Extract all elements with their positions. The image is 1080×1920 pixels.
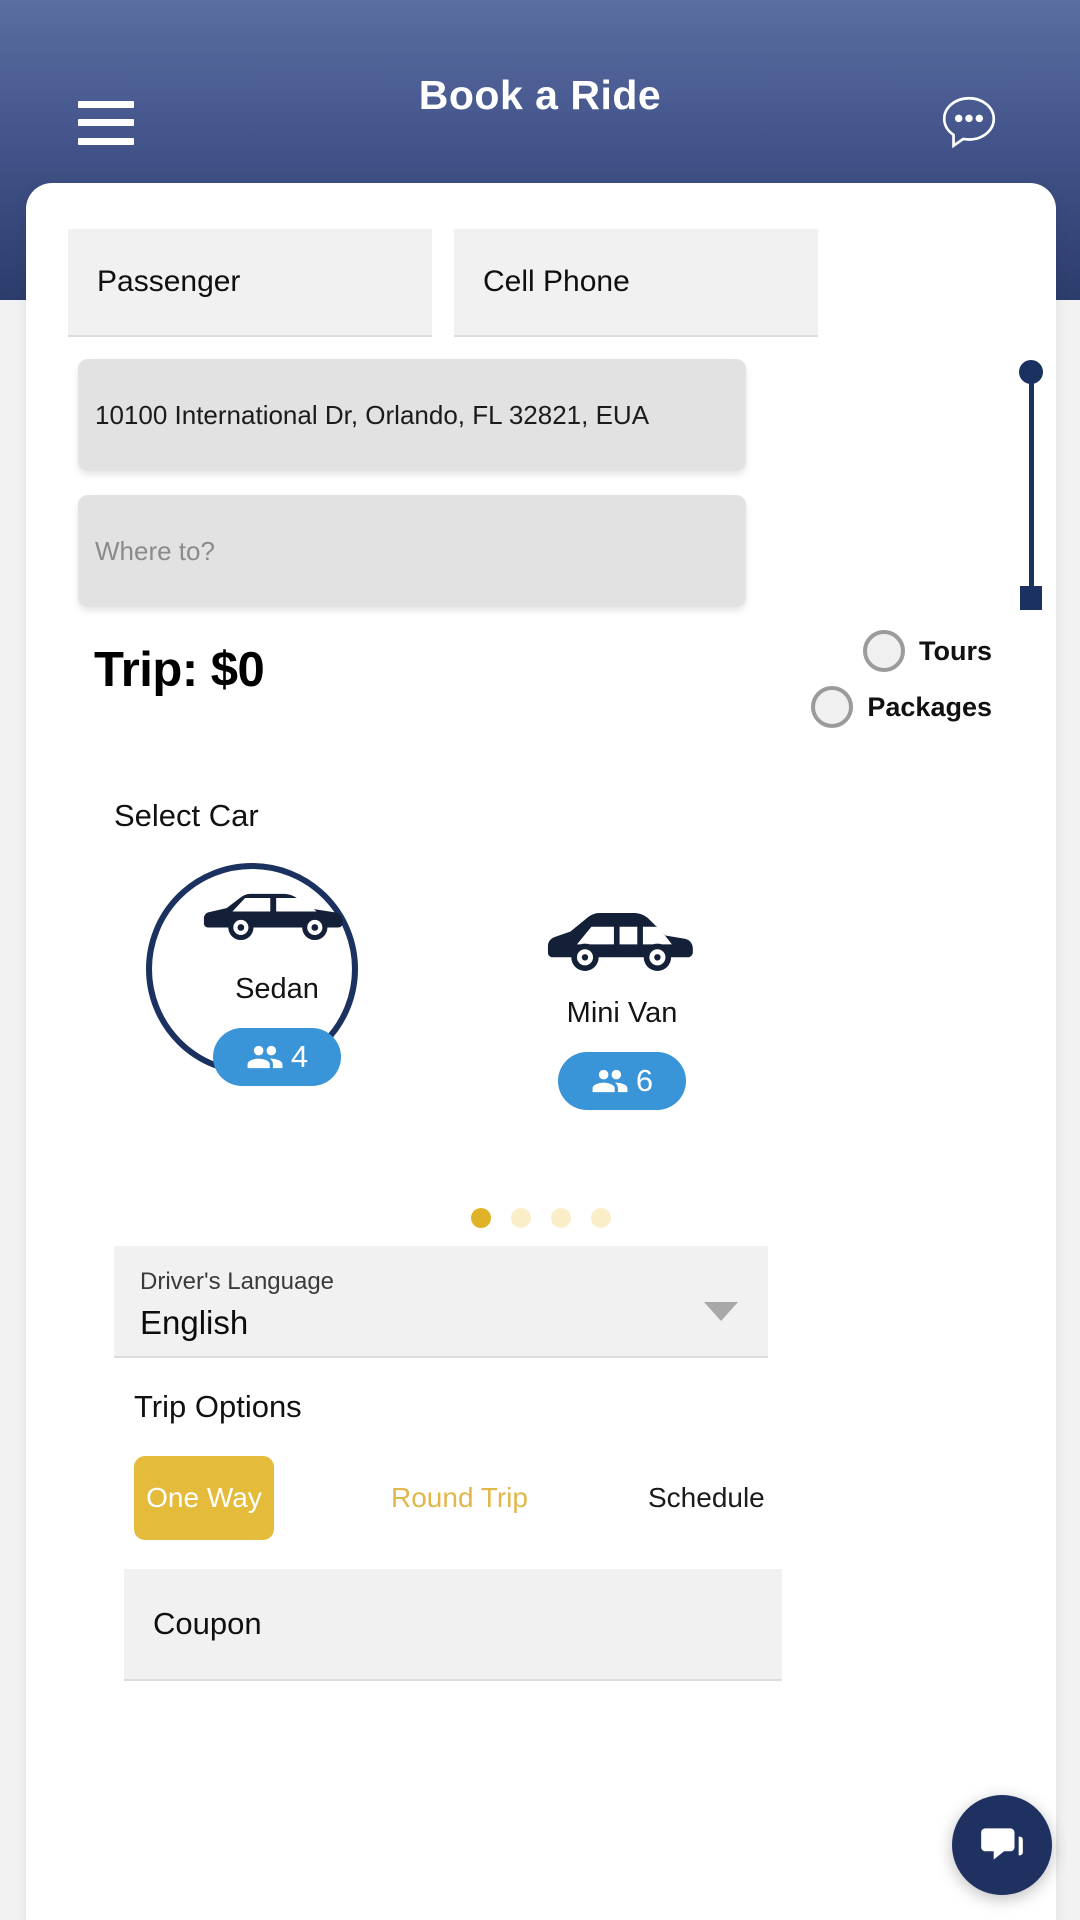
address-section: 10100 International Dr, Orlando, FL 3282… [78,359,1043,631]
book-a-ride-screen: Book a Ride Passenger Cell Phone 10100 I… [0,0,1080,1920]
radio-option-packages[interactable]: Packages [811,686,992,728]
trip-type-radio-group: Tours Packages [811,630,992,742]
trip-options-heading: Trip Options [134,1389,302,1424]
capacity-value-sedan: 4 [290,1039,309,1074]
route-destination-square-icon [1020,586,1042,610]
chat-fab-button[interactable] [952,1795,1052,1895]
car-capacity-badge-minivan: 6 [558,1052,686,1110]
pagination-dot-1[interactable] [471,1208,491,1228]
route-line [1029,378,1034,596]
pickup-address-input[interactable]: 10100 International Dr, Orlando, FL 3282… [78,359,746,471]
capacity-value-minivan: 6 [635,1063,654,1098]
car-capacity-badge-sedan: 4 [213,1028,341,1086]
people-icon [592,1069,628,1093]
radio-label-tours: Tours [919,635,992,666]
trip-price-label: Trip: $0 [94,643,265,697]
tab-schedule[interactable]: Schedule [648,1482,765,1514]
tab-one-way[interactable]: One Way [134,1456,274,1540]
pagination-dot-3[interactable] [551,1208,571,1228]
people-icon [247,1045,283,1069]
page-title: Book a Ride [418,72,662,118]
radio-circle-icon [811,686,854,728]
radio-circle-icon [863,630,905,672]
tab-round-trip[interactable]: Round Trip [391,1482,528,1514]
drivers-language-value: English [140,1304,249,1341]
car-name-minivan: Mini Van [566,997,678,1029]
select-car-heading: Select Car [114,798,259,833]
radio-option-tours[interactable]: Tours [811,630,992,672]
trip-price-row: Trip: $0 Tours Packages [26,630,1056,780]
car-option-sedan[interactable]: Sedan 4 [171,873,383,1086]
radio-label-packages: Packages [867,691,992,722]
contact-fields-row: Passenger Cell Phone [68,229,1018,337]
car-name-sedan: Sedan [235,973,319,1005]
car-option-minivan[interactable]: Mini Van 6 [516,905,728,1110]
trip-options-tabs: One Way Round Trip Schedule [26,1456,1056,1552]
route-indicator [1016,360,1046,610]
carousel-pagination[interactable] [26,1208,1056,1228]
pagination-dot-2[interactable] [511,1208,531,1228]
pagination-dot-4[interactable] [591,1208,611,1228]
drivers-language-label: Driver's Language [140,1268,335,1295]
chevron-down-icon[interactable] [704,1302,738,1321]
drivers-language-select[interactable]: Driver's Language English [114,1246,768,1358]
dropoff-address-input[interactable]: Where to? [78,495,746,607]
coupon-input[interactable]: Coupon [124,1569,782,1681]
sedan-car-icon [171,873,383,955]
car-carousel: Sedan 4 Mini Van 6 [26,863,1056,1203]
booking-card: Passenger Cell Phone 10100 International… [26,183,1056,1920]
chat-message-icon [981,1828,1023,1860]
passenger-input[interactable]: Passenger [68,229,432,337]
cellphone-input[interactable]: Cell Phone [454,229,818,337]
minivan-car-icon [516,905,728,979]
